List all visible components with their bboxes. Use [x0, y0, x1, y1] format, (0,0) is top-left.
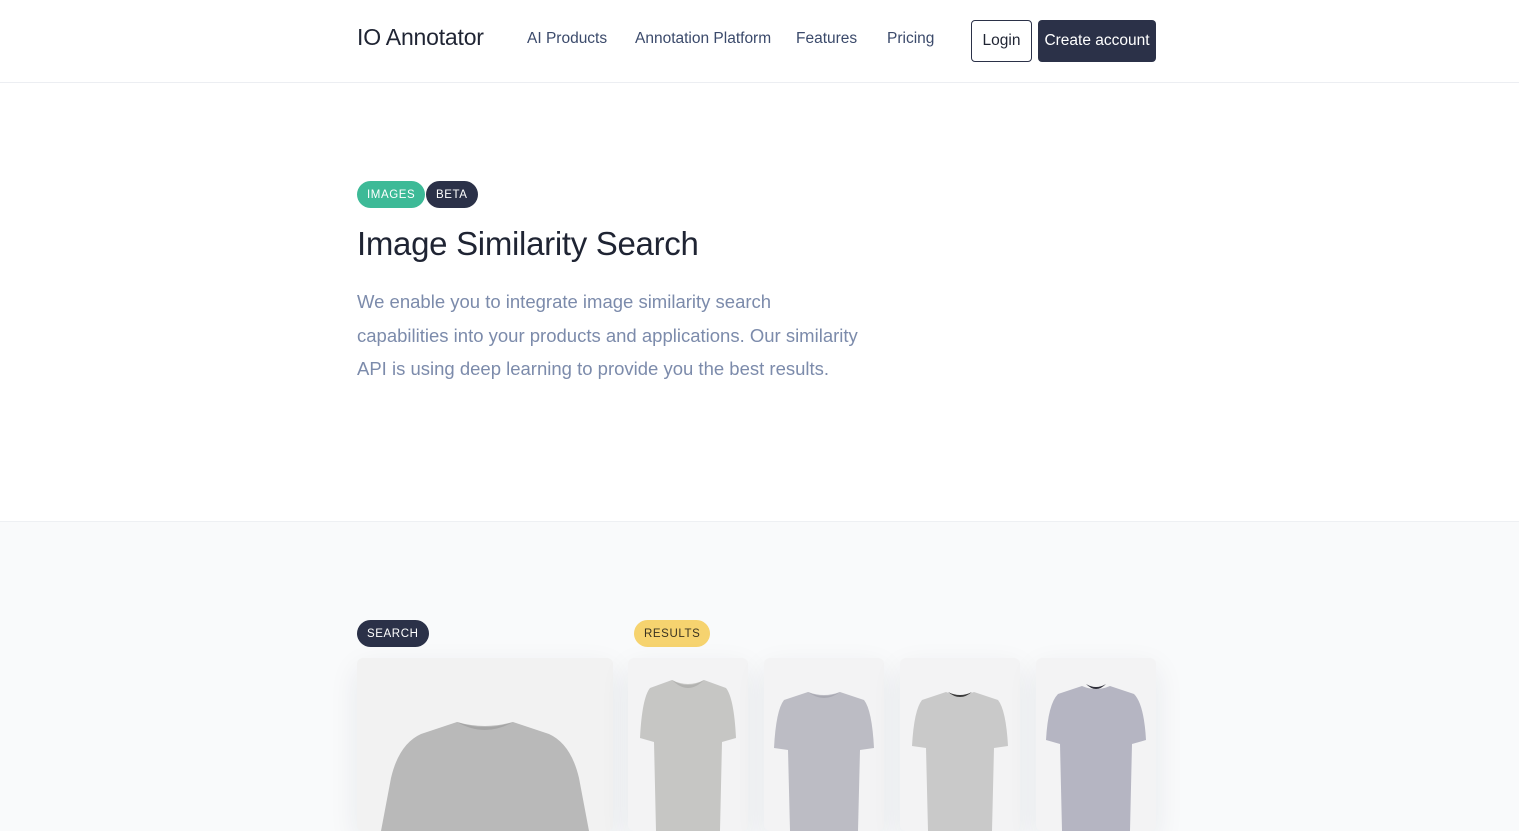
result-image-card[interactable] [628, 658, 748, 831]
nav-features[interactable]: Features [796, 30, 857, 48]
tshirt-image [912, 692, 1008, 831]
result-image-card[interactable] [1036, 658, 1156, 831]
nav-annotation-platform[interactable]: Annotation Platform [635, 30, 771, 48]
similarity-demo-section [0, 521, 1519, 831]
create-account-button[interactable]: Create account [1038, 20, 1156, 62]
tshirt-image [1046, 684, 1146, 831]
nav-ai-products[interactable]: AI Products [527, 30, 607, 48]
tshirt-image [640, 680, 736, 831]
brand-logo[interactable]: IO Annotator [357, 24, 484, 51]
login-button[interactable]: Login [971, 20, 1032, 62]
top-navigation: IO Annotator AI Products Annotation Plat… [0, 0, 1519, 83]
results-badge: RESULTS [634, 620, 711, 647]
tshirt-image [774, 692, 874, 831]
images-badge: IMAGES [357, 181, 426, 208]
hero-description: We enable you to integrate image similar… [357, 291, 858, 379]
result-image-card[interactable] [900, 658, 1020, 831]
beta-badge: BETA [426, 181, 478, 208]
tshirt-image [381, 722, 589, 831]
search-image-card[interactable] [357, 658, 613, 831]
nav-pricing[interactable]: Pricing [887, 30, 934, 48]
search-badge: SEARCH [357, 620, 429, 647]
page-title: Image Similarity Search [357, 225, 699, 262]
result-image-card[interactable] [764, 658, 884, 831]
